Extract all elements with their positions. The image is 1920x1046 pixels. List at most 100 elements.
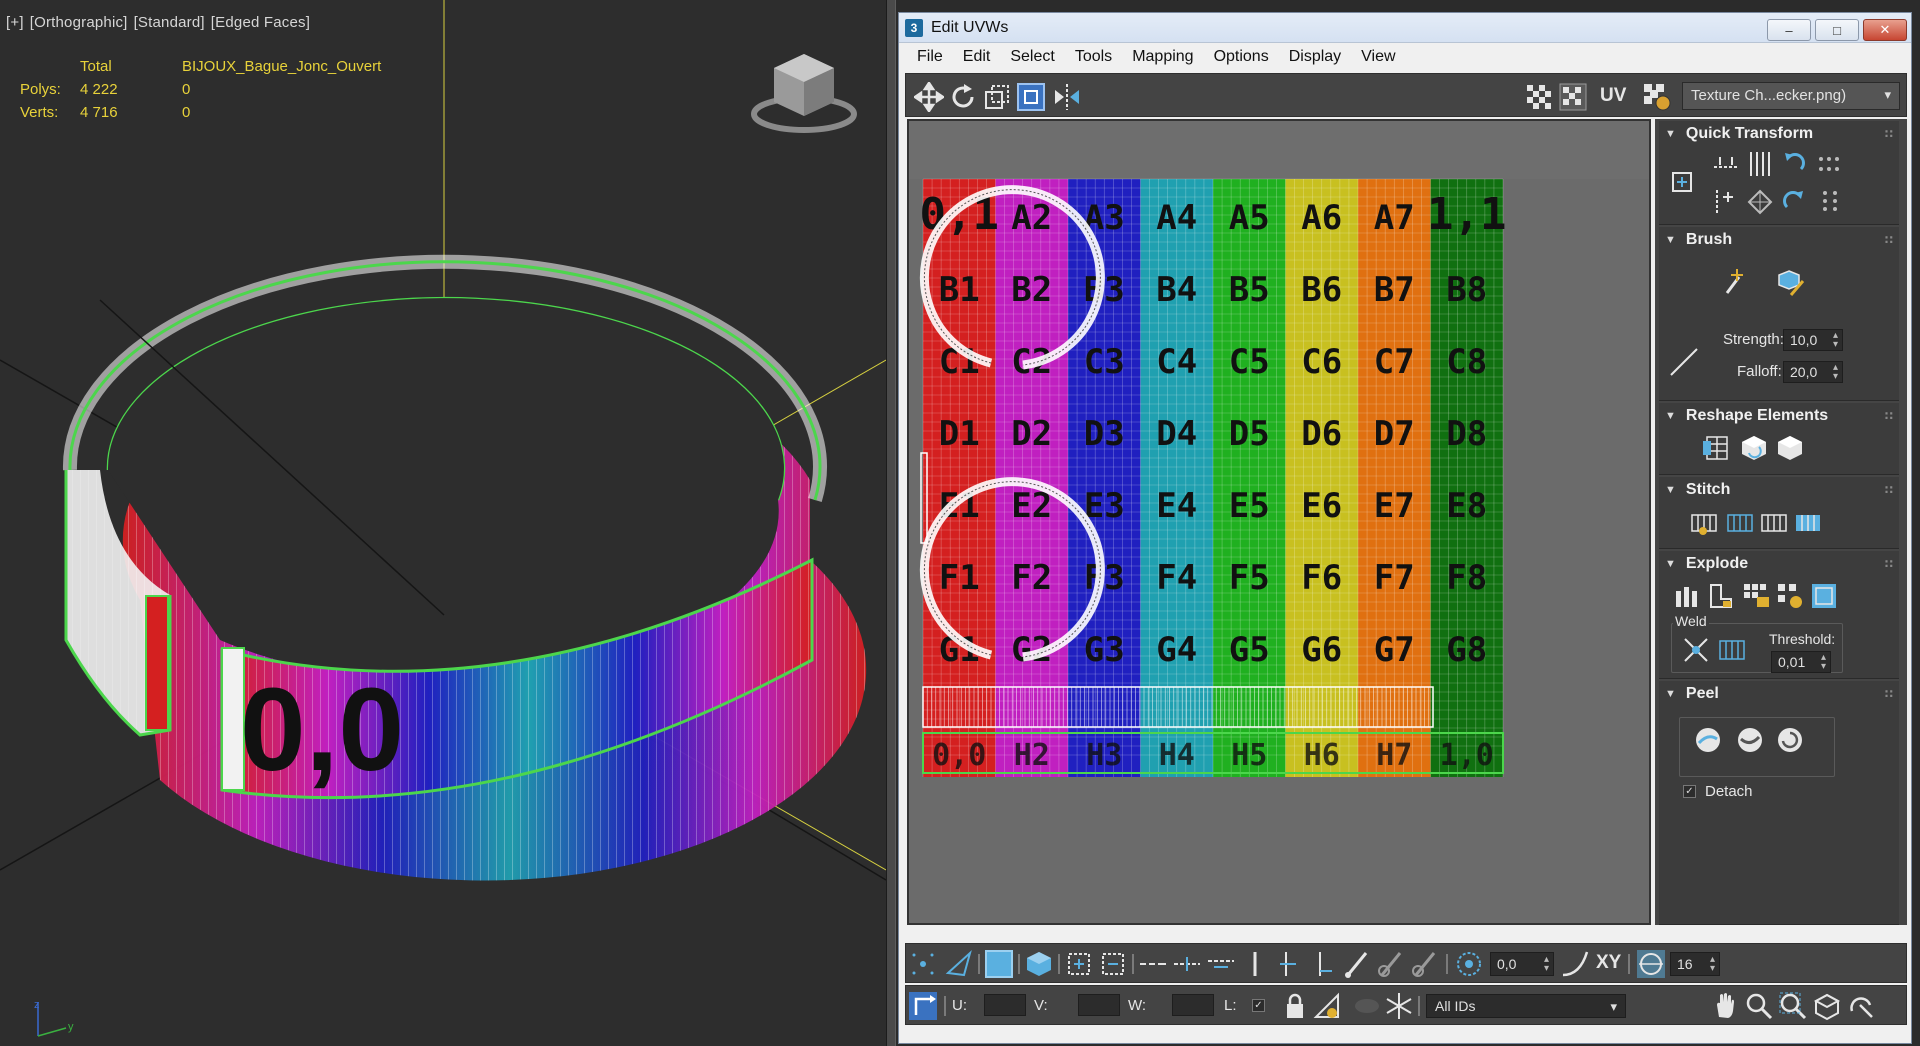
peel-mode-icon[interactable] <box>1735 725 1765 755</box>
flatten-icon[interactable] <box>1741 581 1771 611</box>
drag-handle-icon[interactable]: ∷ <box>1885 233 1893 247</box>
drag-handle-icon[interactable]: ∷ <box>1885 557 1893 571</box>
zoom-icon[interactable] <box>1744 991 1774 1021</box>
paint-move-icon[interactable] <box>1719 267 1749 297</box>
threshold-spinner[interactable]: 0,01 ▴ ▾ <box>1771 651 1831 673</box>
reset-peel-icon[interactable] <box>1775 725 1805 755</box>
relax-until-flat-icon[interactable] <box>1775 433 1805 463</box>
rollout-header-brush[interactable]: ▼ Brush ∷ <box>1659 227 1899 253</box>
limit-soft-selection-icon[interactable] <box>1636 949 1666 979</box>
freeform-icon[interactable] <box>1016 82 1046 112</box>
snap-toggle-icon[interactable] <box>1846 991 1876 1021</box>
ring-select-icon[interactable] <box>1240 949 1270 979</box>
edge-mode-icon[interactable] <box>944 949 974 979</box>
hide-selected-icon[interactable] <box>1312 991 1342 1021</box>
hide-toggle-icon[interactable] <box>1352 991 1382 1021</box>
polygon-mode-icon[interactable] <box>984 949 1014 979</box>
paint-select-icon[interactable] <box>1342 949 1372 979</box>
close-button[interactable]: ✕ <box>1863 19 1907 41</box>
falloff-curve-icon[interactable] <box>1669 347 1699 377</box>
set-pivot-icon[interactable] <box>1667 167 1697 197</box>
drag-handle-icon[interactable]: ∷ <box>1885 687 1893 701</box>
rollout-header-quick-transform[interactable]: ▼ Quick Transform ∷ <box>1659 121 1899 147</box>
linear-align-icon[interactable] <box>1745 187 1775 217</box>
drag-handle-icon[interactable]: ∷ <box>1885 409 1893 423</box>
menu-view[interactable]: View <box>1361 48 1395 66</box>
loop-shrink-icon[interactable] <box>1206 949 1236 979</box>
mirror-icon[interactable] <box>1052 82 1082 112</box>
drag-handle-icon[interactable]: ∷ <box>1885 483 1893 497</box>
menu-file[interactable]: File <box>917 48 943 66</box>
uv-editor-canvas[interactable]: 0,1 A2 A3 A4 A5 A6 A7 1,1 B1 B2 B3 B4 B5 B6 B7 B8 C1 C2 C3… <box>907 119 1651 925</box>
loop-grow-icon[interactable] <box>1172 949 1202 979</box>
arrange-elements-icon[interactable] <box>1809 581 1839 611</box>
maximize-button[interactable]: □ <box>1815 19 1859 41</box>
spinner-arrows-icon[interactable]: ▴ ▾ <box>1544 955 1549 974</box>
stitch-to-source-icon[interactable] <box>1725 509 1755 539</box>
viewport-splitter[interactable] <box>886 0 896 1046</box>
drag-handle-icon[interactable]: ∷ <box>1885 127 1893 141</box>
spinner-arrows-icon[interactable]: ▴ ▾ <box>1710 955 1715 974</box>
stitch-custom-icon[interactable] <box>1689 509 1719 539</box>
limit-edges-spinner[interactable]: 16 ▴ ▾ <box>1670 952 1720 976</box>
u-coordinate-field[interactable] <box>984 994 1026 1016</box>
paint-select-shrink-icon[interactable] <box>1410 949 1440 979</box>
scale-icon[interactable] <box>982 82 1012 112</box>
menu-display[interactable]: Display <box>1289 48 1341 66</box>
minimize-button[interactable]: – <box>1767 19 1811 41</box>
v-coordinate-field[interactable] <box>1078 994 1120 1016</box>
paint-select-grow-icon[interactable] <box>1376 949 1406 979</box>
flatten-by-smoothing-icon[interactable] <box>1673 581 1703 611</box>
texture-settings-icon[interactable] <box>1642 82 1672 112</box>
zoom-region-icon[interactable] <box>1778 991 1808 1021</box>
rollout-header-peel[interactable]: ▼ Peel ∷ <box>1659 681 1899 707</box>
ring-mesh[interactable]: 0,0 <box>62 254 867 881</box>
rollout-header-explode[interactable]: ▼ Explode ∷ <box>1659 551 1899 577</box>
spinner-arrows-icon[interactable]: ▴ ▾ <box>1821 653 1826 672</box>
shrink-selection-icon[interactable] <box>1098 949 1128 979</box>
w-coordinate-field[interactable] <box>1172 994 1214 1016</box>
uv-mode-label[interactable]: UV <box>1600 85 1626 107</box>
spinner-arrows-icon[interactable]: ▴ ▾ <box>1833 363 1838 382</box>
ring-shrink-icon[interactable] <box>1308 949 1338 979</box>
menu-select[interactable]: Select <box>1010 48 1054 66</box>
flatten-by-material-icon[interactable] <box>1707 581 1737 611</box>
menu-edit[interactable]: Edit <box>963 48 991 66</box>
falloff-spinner[interactable]: 20,0 ▴ ▾ <box>1783 361 1843 383</box>
freeze-icon[interactable] <box>1384 991 1414 1021</box>
spacing-horizontal-icon[interactable] <box>1815 149 1845 179</box>
relax-icon[interactable] <box>1739 433 1769 463</box>
align-vertical-icon[interactable] <box>1745 149 1775 179</box>
checker-grid-icon[interactable] <box>1524 82 1554 112</box>
pan-hand-icon[interactable] <box>1710 991 1740 1021</box>
straighten-icon[interactable] <box>1701 433 1731 463</box>
lock-editable-checkbox[interactable]: ✓ <box>1252 999 1265 1012</box>
falloff-space-xy[interactable]: XY <box>1596 952 1621 974</box>
quick-peel-icon[interactable] <box>1693 725 1723 755</box>
element-mode-icon[interactable] <box>1024 949 1054 979</box>
zoom-extents-icon[interactable] <box>1812 991 1842 1021</box>
lock-icon[interactable] <box>1280 991 1310 1021</box>
weld-selected-icon[interactable] <box>1717 635 1747 665</box>
viewcube-icon[interactable] <box>744 44 864 144</box>
spacing-vertical-icon[interactable] <box>1815 187 1845 217</box>
align-horizontal-icon[interactable] <box>1711 149 1741 179</box>
loop-select-icon[interactable] <box>1138 949 1168 979</box>
rollout-header-reshape[interactable]: ▼ Reshape Elements ∷ <box>1659 403 1899 429</box>
texture-dropdown[interactable]: Texture Ch...ecker.png) ▾ <box>1682 82 1900 110</box>
menu-options[interactable]: Options <box>1214 48 1269 66</box>
move-icon[interactable] <box>914 82 944 112</box>
break-icon[interactable] <box>1775 581 1805 611</box>
menu-mapping[interactable]: Mapping <box>1132 48 1193 66</box>
menu-tools[interactable]: Tools <box>1075 48 1112 66</box>
falloff-type-icon[interactable] <box>1560 949 1590 979</box>
weld-target-icon[interactable] <box>1681 635 1711 665</box>
spinner-arrows-icon[interactable]: ▴ ▾ <box>1833 331 1838 350</box>
ring-grow-icon[interactable] <box>1274 949 1304 979</box>
vertex-mode-icon[interactable] <box>908 949 938 979</box>
rollout-header-stitch[interactable]: ▼ Stitch ∷ <box>1659 477 1899 503</box>
rotate-icon[interactable] <box>948 82 978 112</box>
absolute-offset-icon[interactable] <box>908 991 938 1021</box>
stitch-to-target-icon[interactable] <box>1793 509 1823 539</box>
detach-checkbox[interactable]: ✓ <box>1683 785 1696 798</box>
